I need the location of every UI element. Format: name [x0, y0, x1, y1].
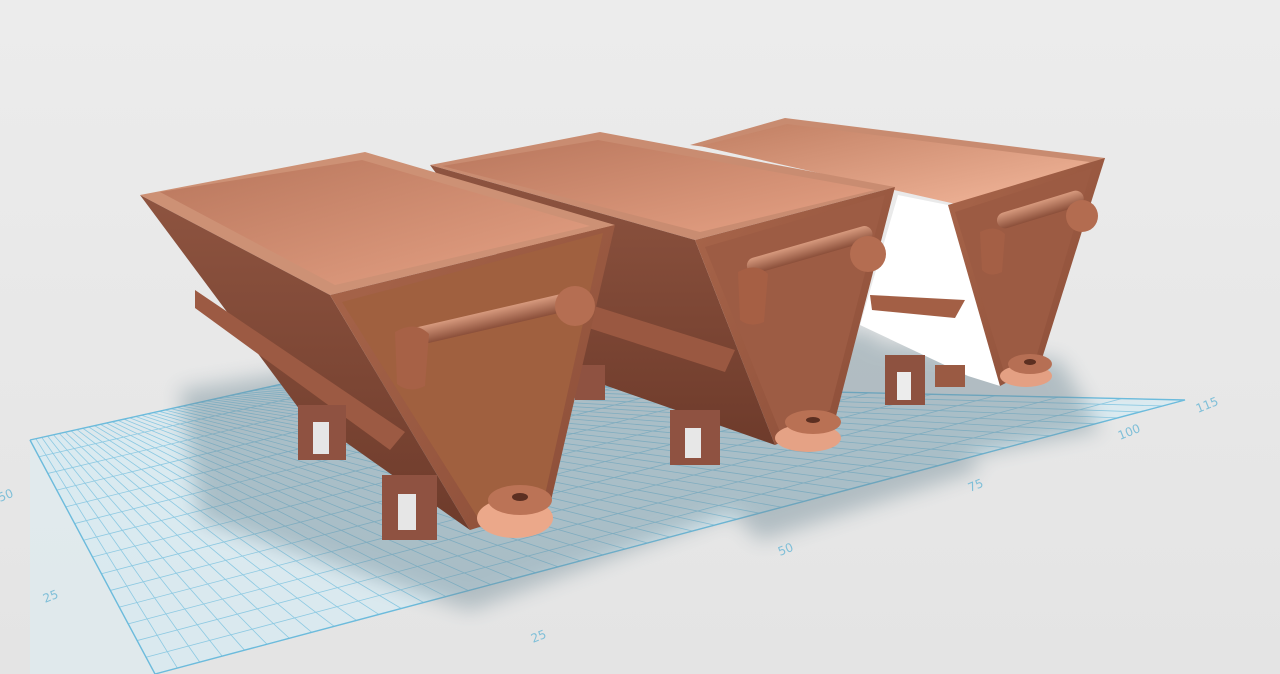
3d-viewport[interactable]: 25 50 75 100 115 25 50	[0, 0, 1280, 674]
axis-label-x-50: 50	[776, 540, 795, 559]
axis-label-x-100: 100	[1116, 421, 1142, 443]
axis-label-x-75: 75	[966, 476, 985, 495]
axis-label-x-115: 115	[1194, 394, 1220, 416]
axis-label-x-25: 25	[529, 627, 548, 646]
axis-label-y-50: 50	[0, 486, 15, 505]
scene-canvas[interactable]: 25 50 75 100 115 25 50	[0, 0, 1280, 674]
